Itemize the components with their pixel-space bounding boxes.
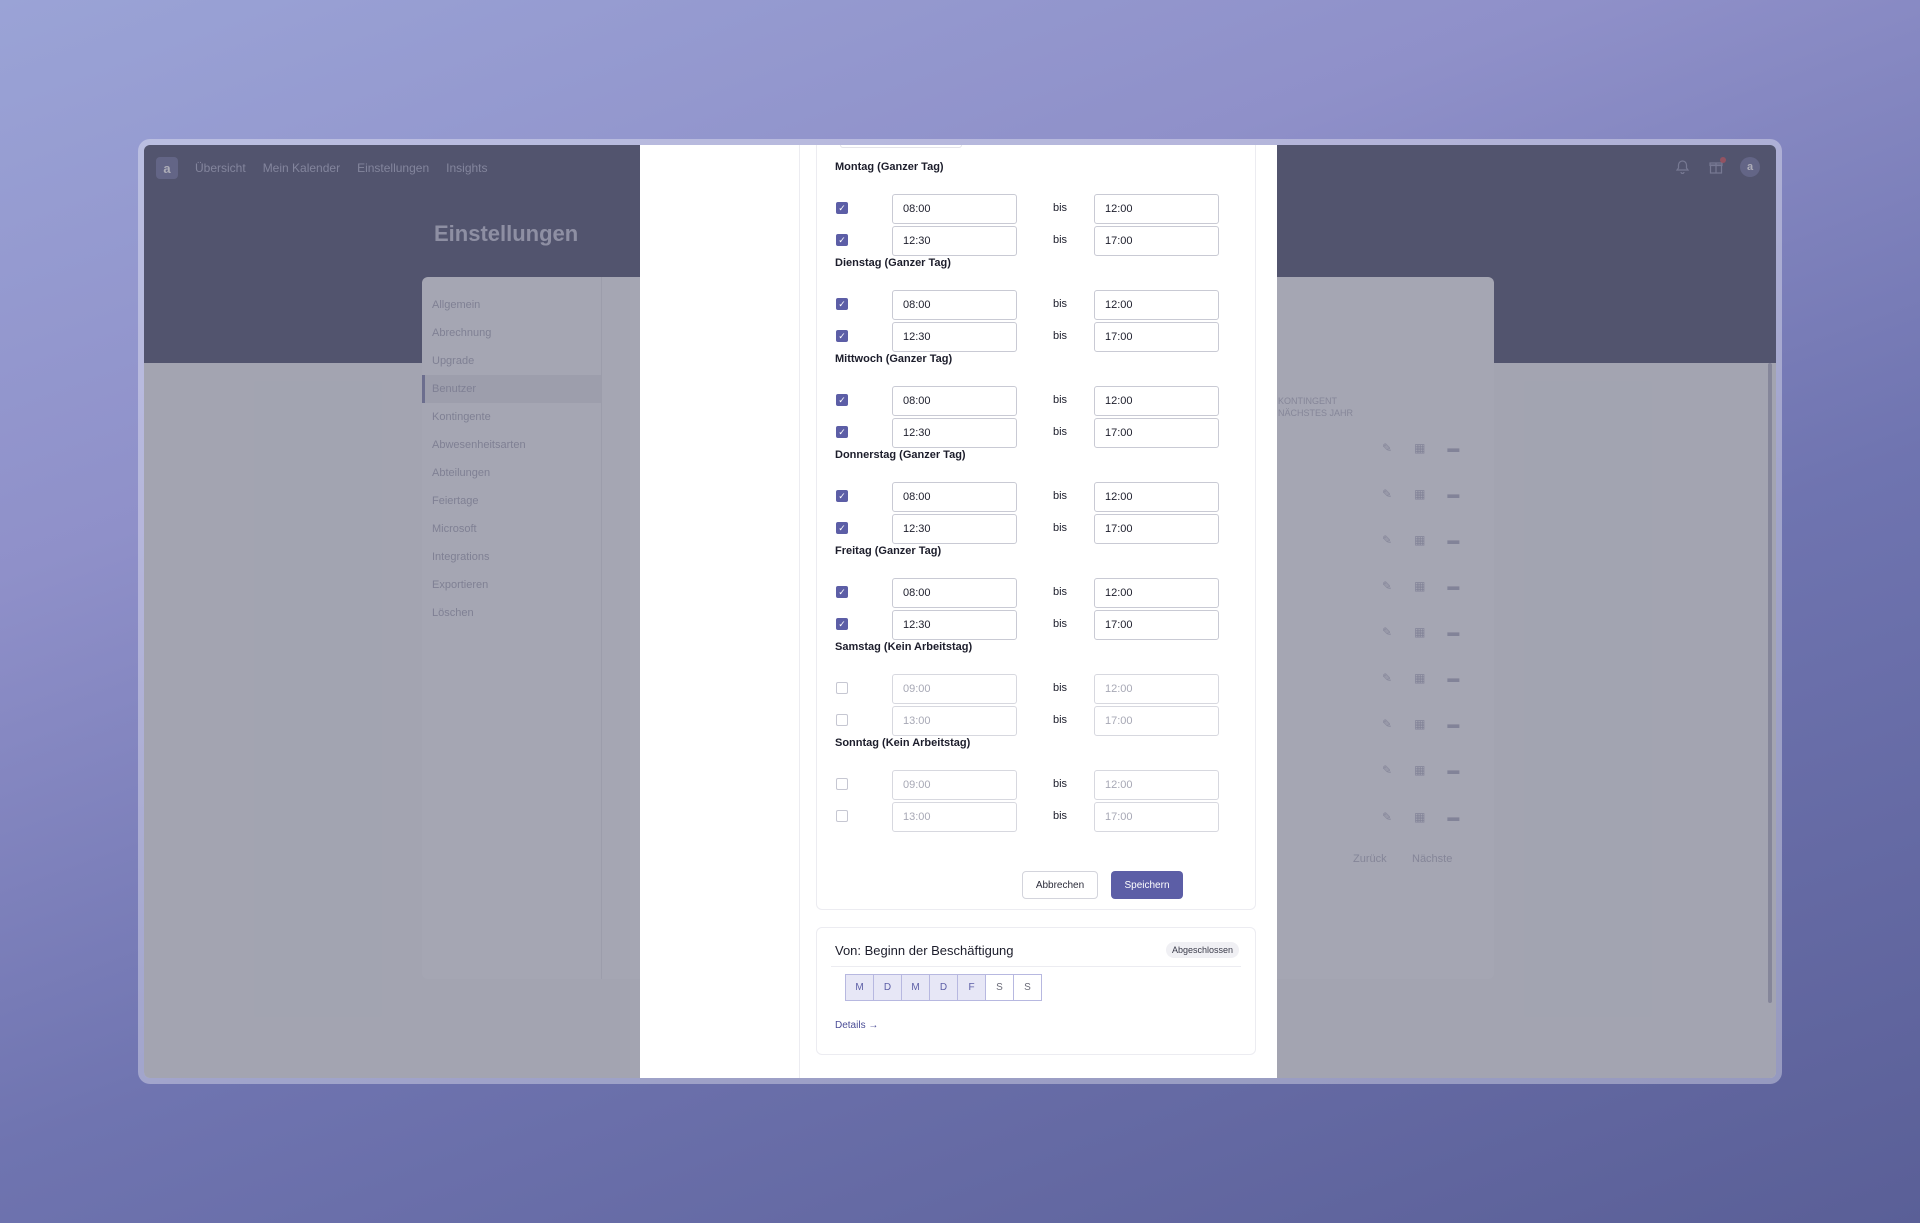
time-from-input[interactable]: 13:00 <box>892 802 1017 832</box>
checkbox-monday-1[interactable]: ✓ <box>836 202 848 214</box>
time-to-input[interactable]: 17:00 <box>1094 514 1219 544</box>
time-from-input[interactable]: 12:30 <box>892 514 1017 544</box>
bis-label: bis <box>1053 426 1068 438</box>
time-from-input[interactable]: 08:00 <box>892 386 1017 416</box>
time-to-input[interactable]: 12:00 <box>1094 386 1219 416</box>
checkbox-wednesday-2[interactable]: ✓ <box>836 426 848 438</box>
checkbox-tuesday-1[interactable]: ✓ <box>836 298 848 310</box>
time-to-input[interactable]: 17:00 <box>1094 226 1219 256</box>
bis-label: bis <box>1053 490 1068 502</box>
app-window: a Übersicht Mein Kalender Einstellungen … <box>138 139 1782 1084</box>
time-to-input[interactable]: 17:00 <box>1094 610 1219 640</box>
checkbox-saturday-1[interactable] <box>836 682 848 694</box>
time-to-input[interactable]: 17:00 <box>1094 706 1219 736</box>
time-from-input[interactable]: 08:00 <box>892 194 1017 224</box>
checkbox-wednesday-1[interactable]: ✓ <box>836 394 848 406</box>
time-to-input[interactable]: 12:00 <box>1094 578 1219 608</box>
weekday-friday: F <box>957 974 986 1001</box>
time-from-input[interactable]: 08:00 <box>892 578 1017 608</box>
divider <box>831 966 1241 967</box>
bis-label: bis <box>1053 778 1068 790</box>
time-to-input[interactable]: 12:00 <box>1094 290 1219 320</box>
bis-label: bis <box>1053 330 1068 342</box>
bis-label: bis <box>1053 714 1068 726</box>
time-from-input[interactable]: 12:30 <box>892 610 1017 640</box>
day-label-friday: Freitag (Ganzer Tag) <box>835 545 942 557</box>
bis-label: bis <box>1053 586 1068 598</box>
time-to-input[interactable]: 12:00 <box>1094 770 1219 800</box>
bis-label: bis <box>1053 202 1068 214</box>
time-to-input[interactable]: 17:00 <box>1094 322 1219 352</box>
time-to-input[interactable]: 12:00 <box>1094 194 1219 224</box>
day-label-sunday: Sonntag (Kein Arbeitstag) <box>835 737 971 749</box>
work-schedule-modal: Montag (Ganzer Tag) ✓ 08:00 bis 12:00 ✓ 12:30 b… <box>640 145 1277 1078</box>
bis-label: bis <box>1053 234 1068 246</box>
time-from-input[interactable]: 12:30 <box>892 418 1017 448</box>
weekday-saturday: S <box>985 974 1014 1001</box>
weekday-sunday: S <box>1013 974 1042 1001</box>
weekday-tuesday: D <box>873 974 902 1001</box>
checkbox-thursday-2[interactable]: ✓ <box>836 522 848 534</box>
checkbox-sunday-1[interactable] <box>836 778 848 790</box>
bis-label: bis <box>1053 522 1068 534</box>
bis-label: bis <box>1053 810 1068 822</box>
checkbox-friday-1[interactable]: ✓ <box>836 586 848 598</box>
checkbox-tuesday-2[interactable]: ✓ <box>836 330 848 342</box>
weekday-thursday: D <box>929 974 958 1001</box>
time-to-input[interactable]: 12:00 <box>1094 674 1219 704</box>
time-from-input[interactable]: 12:30 <box>892 322 1017 352</box>
day-label-tuesday: Dienstag (Ganzer Tag) <box>835 257 951 269</box>
time-to-input[interactable]: 12:00 <box>1094 482 1219 512</box>
bis-label: bis <box>1053 618 1068 630</box>
day-label-monday: Montag (Ganzer Tag) <box>835 161 944 173</box>
checkbox-monday-2[interactable]: ✓ <box>836 234 848 246</box>
weekday-strip: M D M D F S S <box>845 974 1042 1001</box>
day-label-thursday: Donnerstag (Ganzer Tag) <box>835 449 966 461</box>
time-from-input[interactable]: 09:00 <box>892 674 1017 704</box>
weekday-wednesday: M <box>901 974 930 1001</box>
details-link[interactable]: Details → <box>835 1020 878 1031</box>
status-badge: Abgeschlossen <box>1165 942 1239 958</box>
weekday-monday: M <box>845 974 874 1001</box>
bis-label: bis <box>1053 394 1068 406</box>
time-from-input[interactable]: 09:00 <box>892 770 1017 800</box>
time-from-input[interactable]: 08:00 <box>892 482 1017 512</box>
time-from-input[interactable]: 13:00 <box>892 706 1017 736</box>
schedule-title: Von: Beginn der Beschäftigung <box>835 943 1014 958</box>
bis-label: bis <box>1053 298 1068 310</box>
time-from-input[interactable]: 12:30 <box>892 226 1017 256</box>
checkbox-thursday-1[interactable]: ✓ <box>836 490 848 502</box>
time-to-input[interactable]: 17:00 <box>1094 802 1219 832</box>
schedule-summary-card: Von: Beginn der Beschäftigung Abgeschlos… <box>816 927 1256 1055</box>
day-label-saturday: Samstag (Kein Arbeitstag) <box>835 641 973 653</box>
bis-label: bis <box>1053 682 1068 694</box>
save-button[interactable]: Speichern <box>1111 871 1183 899</box>
checkbox-sunday-2[interactable] <box>836 810 848 822</box>
checkbox-friday-2[interactable]: ✓ <box>836 618 848 630</box>
time-from-input[interactable]: 08:00 <box>892 290 1017 320</box>
day-label-wednesday: Mittwoch (Ganzer Tag) <box>835 353 953 365</box>
top-tab-stub <box>840 145 962 148</box>
checkbox-saturday-2[interactable] <box>836 714 848 726</box>
time-to-input[interactable]: 17:00 <box>1094 418 1219 448</box>
app-frame: a Übersicht Mein Kalender Einstellungen … <box>144 145 1776 1078</box>
divider <box>799 145 800 1078</box>
cancel-button[interactable]: Abbrechen <box>1022 871 1098 899</box>
